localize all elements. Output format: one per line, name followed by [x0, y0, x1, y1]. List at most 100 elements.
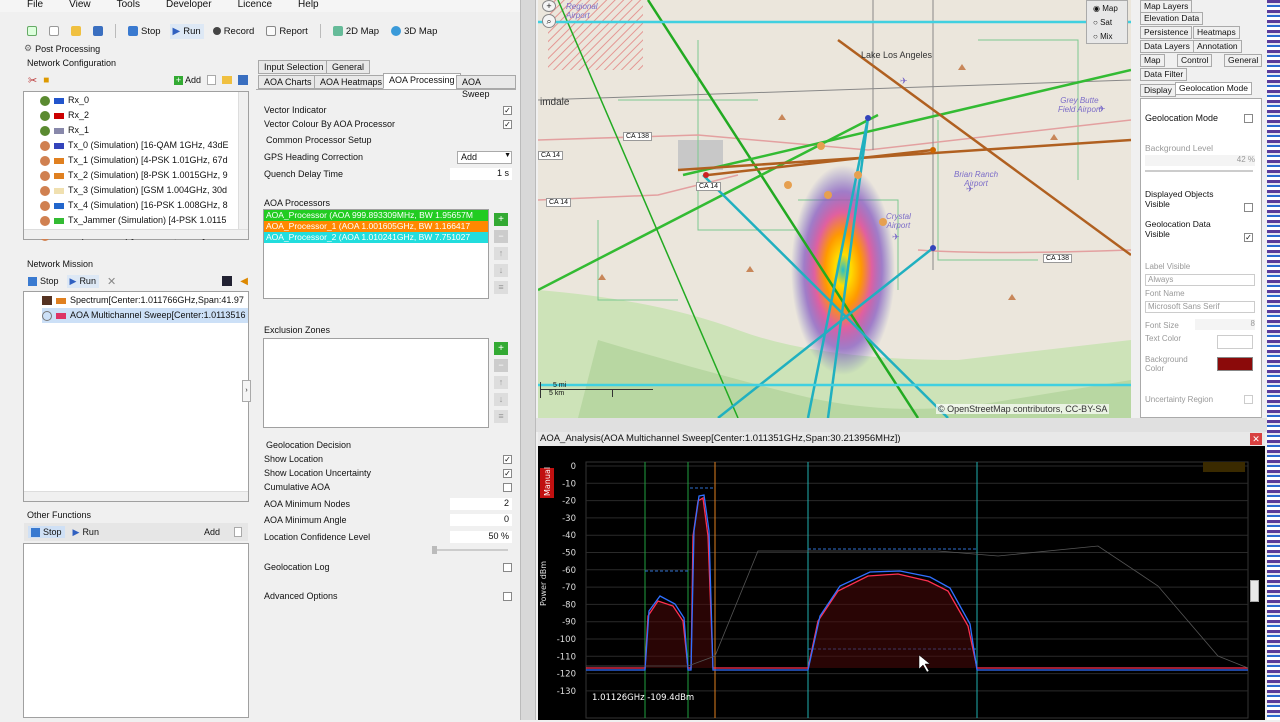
zoom-search-button[interactable]: ⌕ — [542, 14, 556, 28]
device-item[interactable]: Rx_0 — [40, 93, 248, 108]
edit-processor-button[interactable]: ≡ — [494, 281, 508, 294]
tab-annotation[interactable]: Annotation — [1193, 40, 1242, 53]
tab-heatmaps[interactable]: Heatmaps — [1193, 26, 1240, 39]
font-name-select[interactable]: Microsoft Sans Serif — [1145, 301, 1255, 313]
other-add-button[interactable]: Add — [204, 527, 220, 537]
zoom-in-button[interactable]: + — [542, 0, 556, 12]
edit-zone-button[interactable]: ≡ — [494, 410, 508, 423]
device-item[interactable]: Tx_4 (Simulation) [16-PSK 1.008GHz, 8 — [40, 198, 248, 213]
report-button[interactable]: Report — [263, 24, 311, 39]
menu-help[interactable]: Help — [298, 0, 319, 12]
tab-input-selection[interactable]: Input Selection — [258, 60, 330, 74]
save-config-icon[interactable] — [238, 75, 248, 85]
menu-tools[interactable]: Tools — [117, 0, 140, 12]
move-down-button[interactable]: ↓ — [494, 264, 508, 277]
cumulative-checkbox[interactable] — [503, 482, 512, 492]
device-item[interactable]: Tx_0 (Simulation) [16-QAM 1GHz, 43dE — [40, 138, 248, 153]
tools-icon[interactable]: ✂ — [28, 74, 37, 87]
tab-data-filter[interactable]: Data Filter — [1140, 68, 1188, 81]
device-item[interactable]: Tx_1 (Simulation) [4-PSK 1.01GHz, 67d — [40, 153, 248, 168]
chart-icon[interactable] — [222, 276, 233, 286]
new-file-icon[interactable] — [234, 527, 242, 537]
min-nodes-input[interactable]: 2 — [450, 498, 512, 510]
quench-input[interactable]: 1 s — [450, 168, 512, 180]
layout-button[interactable] — [24, 24, 40, 38]
menu-file[interactable]: File — [27, 0, 43, 12]
move-down-button[interactable]: ↓ — [494, 393, 508, 406]
device-tree-scrollbar[interactable] — [238, 92, 248, 239]
add-zone-button[interactable]: + — [494, 342, 508, 355]
map3d-button[interactable]: 3D Map — [388, 24, 440, 39]
remove-processor-button[interactable]: − — [494, 230, 508, 243]
tab-aoa-processing[interactable]: AOA Processing — [383, 73, 461, 89]
show-location-checkbox[interactable]: ✓ — [503, 454, 512, 464]
mission-stop-button[interactable]: Stop — [28, 276, 59, 286]
aoa-processor-item[interactable]: AOA_Processor_1 (AOA 1.001605GHz, BW 1.1… — [264, 221, 488, 232]
tab-persistence[interactable]: Persistence — [1140, 26, 1193, 39]
add-node-button[interactable]: + Add — [173, 75, 201, 85]
uncertainty-region-checkbox[interactable] — [1244, 395, 1253, 404]
other-stop-button[interactable]: Stop — [28, 526, 65, 538]
menu-view[interactable]: View — [69, 0, 91, 12]
tab-general[interactable]: General — [326, 60, 371, 74]
tab-geolocation-mode[interactable]: Geolocation Mode — [1175, 82, 1252, 95]
move-up-button[interactable]: ↑ — [494, 247, 508, 260]
tab-control[interactable]: Control — [1177, 54, 1213, 67]
bg-level-value[interactable]: 42 % — [1145, 155, 1255, 166]
device-tree-hscrollbar[interactable] — [24, 229, 248, 239]
mode-sat[interactable]: ○ Sat — [1093, 16, 1127, 30]
spectrum-scroll-handle[interactable] — [1250, 580, 1259, 602]
mode-mix[interactable]: ○ Mix — [1093, 30, 1127, 44]
new-config-icon[interactable] — [207, 75, 216, 85]
post-processing[interactable]: ⚙ Post Processing — [24, 43, 100, 54]
bg-level-slider[interactable] — [1145, 170, 1253, 172]
other-run-button[interactable]: ▶ Run — [73, 527, 99, 538]
device-item[interactable]: Tx_2 (Simulation) [8-PSK 1.0015GHz, 9 — [40, 168, 248, 183]
geolocation-log-checkbox[interactable] — [503, 562, 512, 572]
close-button[interactable]: ✕ — [1250, 433, 1262, 445]
mission-item-spectrum[interactable]: Spectrum[Center:1.011766GHz,Span:41.97 — [42, 293, 248, 308]
run-button[interactable]: ▶ Run — [169, 23, 204, 39]
confidence-slider[interactable] — [432, 546, 508, 554]
lock-icon[interactable]: ■ — [43, 75, 49, 86]
geo-mode-checkbox[interactable] — [1244, 114, 1253, 123]
open-config-icon[interactable] — [222, 76, 232, 84]
splitter[interactable] — [520, 0, 536, 720]
mission-tree-hscrollbar[interactable] — [24, 491, 248, 501]
tab-aoa-sweep[interactable]: AOA Sweep — [456, 75, 516, 99]
mission-item-aoa[interactable]: AOA Multichannel Sweep[Center:1.0113516 — [42, 308, 248, 323]
open-button[interactable] — [68, 24, 84, 38]
menu-developer[interactable]: Developer — [166, 0, 212, 12]
bg-color-swatch[interactable] — [1217, 357, 1253, 371]
slider-thumb[interactable] — [432, 546, 437, 554]
min-angle-input[interactable]: 0 — [450, 514, 512, 526]
tab-aoa-heatmaps[interactable]: AOA Heatmaps — [314, 75, 389, 89]
move-up-button[interactable]: ↑ — [494, 376, 508, 389]
text-color-swatch[interactable] — [1217, 335, 1253, 349]
record-button[interactable]: Record — [210, 24, 258, 39]
pane-splitter[interactable] — [536, 418, 1267, 432]
mode-map[interactable]: ◉ Map — [1093, 2, 1127, 16]
confidence-input[interactable]: 50 % — [450, 531, 512, 543]
advanced-options-checkbox[interactable] — [503, 591, 512, 601]
collapse-handle[interactable]: › — [242, 380, 251, 402]
spectrum-plot[interactable]: Manual Power dBm 0 -10 -20 -30 -40 -50 -60 -70 -… — [538, 446, 1265, 720]
show-uncertainty-checkbox[interactable]: ✓ — [503, 468, 512, 478]
font-size-input[interactable]: 8 — [1195, 319, 1255, 330]
close-icon[interactable]: ✕ — [107, 275, 116, 288]
device-item[interactable]: Tx_3 (Simulation) [GSM 1.004GHz, 30d — [40, 183, 248, 198]
tab-map[interactable]: Map — [1140, 54, 1165, 67]
tab-display[interactable]: Display — [1140, 84, 1176, 97]
label-visible-select[interactable]: Always — [1145, 274, 1255, 286]
displayed-objects-checkbox[interactable] — [1244, 203, 1253, 212]
add-processor-button[interactable]: + — [494, 213, 508, 226]
geo-data-checkbox[interactable]: ✓ — [1244, 233, 1253, 242]
tab-aoa-charts[interactable]: AOA Charts — [258, 75, 318, 89]
gps-heading-select[interactable]: Add ▼ — [457, 150, 512, 164]
map-view[interactable]: ✈ ✈ ✈ ✈ Lake Los Angeles Grey Butte Fiel… — [538, 0, 1131, 418]
aoa-processor-item[interactable]: AOA_Processor_2 (AOA 1.010241GHz, BW 7.7… — [264, 232, 488, 243]
tab-general[interactable]: General — [1224, 54, 1263, 67]
map2d-button[interactable]: 2D Map — [330, 24, 382, 39]
tab-data-layers[interactable]: Data Layers — [1140, 40, 1194, 53]
vector-indicator-checkbox[interactable]: ✓ — [503, 105, 512, 115]
